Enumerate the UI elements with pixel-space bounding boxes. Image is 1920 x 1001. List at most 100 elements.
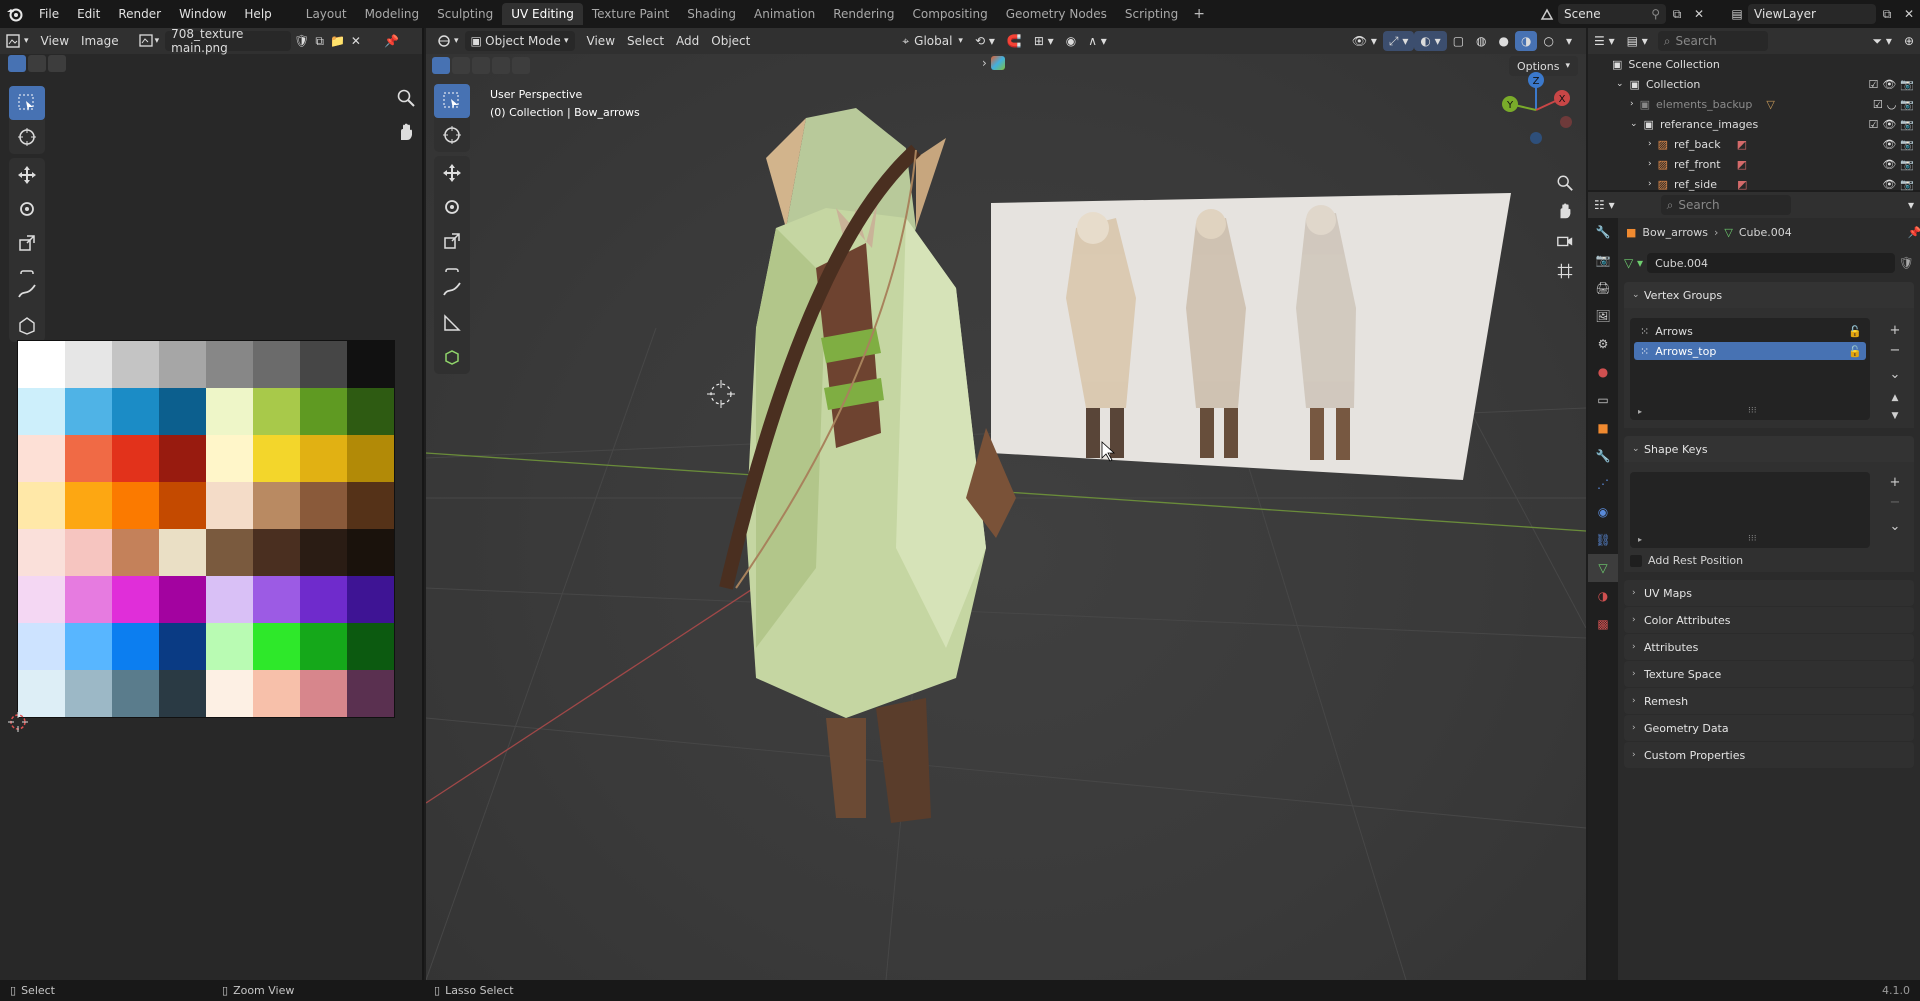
image-name-field[interactable]: 708_texture main.png [165, 27, 292, 55]
pin-image-icon[interactable]: 📌 [378, 31, 405, 51]
select-new-icon[interactable] [8, 55, 26, 72]
geometry-data-panel-header[interactable]: › Geometry Data [1624, 715, 1914, 741]
move-up-icon[interactable]: ▲ [1884, 388, 1906, 408]
zoom-view-icon[interactable] [1552, 170, 1578, 196]
tab-animation[interactable]: Animation [745, 3, 824, 25]
rendered-shading-icon[interactable]: ○ [1537, 31, 1559, 51]
measure-tool-icon[interactable] [434, 306, 470, 340]
add-shape-key-button[interactable]: + [1884, 472, 1906, 492]
checkbox-icon[interactable]: ☑ [1868, 78, 1878, 91]
add-rest-position-checkbox[interactable] [1630, 554, 1642, 567]
menu-view[interactable]: View [35, 31, 75, 51]
particles-tab-icon[interactable]: ⋰ [1588, 470, 1618, 498]
attributes-panel-header[interactable]: › Attributes [1624, 634, 1914, 660]
select-box-tool-icon[interactable] [434, 84, 470, 118]
select-subtract-icon[interactable] [48, 55, 66, 72]
properties-options-icon[interactable]: ▾ [1902, 195, 1920, 215]
camera-icon[interactable]: 📷 [1900, 158, 1914, 171]
rotate-tool-icon[interactable] [434, 190, 470, 224]
expand-filter-icon[interactable]: ▸ [1638, 407, 1642, 416]
camera-icon[interactable]: 📷 [1900, 78, 1914, 91]
shape-key-specials-icon[interactable]: ⌄ [1884, 516, 1906, 536]
3d-viewport[interactable]: ▾ ▣ Object Mode ▾ View Select Add Object… [426, 28, 1586, 980]
outliner-row-ref-side[interactable]: › ▨ ref_side ◩ 👁 📷 [1588, 174, 1920, 194]
camera-view-icon[interactable] [1552, 228, 1578, 254]
tab-modeling[interactable]: Modeling [356, 3, 429, 25]
camera-icon[interactable]: 📷 [1900, 178, 1914, 191]
view-layer-tab-icon[interactable]: 🖼 [1588, 302, 1618, 330]
properties-editor-type-icon[interactable]: ☷ ▾ [1588, 195, 1621, 215]
tab-compositing[interactable]: Compositing [903, 3, 996, 25]
wireframe-shading-icon[interactable]: ◍ [1470, 31, 1492, 51]
resize-handle-icon[interactable]: ⁝⁝⁝ [1748, 534, 1757, 544]
outliner-row-referance-images[interactable]: ⌄ ▣ referance_images ☑ 👁 📷 [1588, 114, 1920, 134]
color-palette-image[interactable] [17, 340, 395, 718]
move-down-icon[interactable]: ▼ [1884, 406, 1906, 426]
tab-texture-paint[interactable]: Texture Paint [583, 3, 678, 25]
editor-type-icon[interactable]: ▾ [0, 31, 35, 51]
uv-maps-panel-header[interactable]: › UV Maps [1624, 580, 1914, 606]
solid-shading-icon[interactable]: ● [1493, 31, 1515, 51]
camera-icon[interactable]: 📷 [1900, 98, 1914, 111]
blender-logo-icon[interactable] [0, 0, 30, 28]
data-tab-icon[interactable]: ▽ [1588, 554, 1618, 582]
delete-scene-icon[interactable]: ✕ [1688, 4, 1710, 24]
add-cube-tool-icon[interactable] [434, 340, 470, 374]
cursor-tool-icon[interactable] [9, 120, 45, 154]
new-collection-icon[interactable]: ⊕ [1898, 31, 1920, 51]
menu-add[interactable]: Add [670, 31, 705, 51]
tab-scripting[interactable]: Scripting [1116, 3, 1187, 25]
camera-icon[interactable]: 📷 [1900, 118, 1914, 131]
outliner-row-ref-back[interactable]: › ▨ ref_back ◩ 👁 📷 [1588, 134, 1920, 154]
xray-toggle-icon[interactable]: ▢ [1447, 31, 1470, 51]
rotate-tool-icon[interactable] [9, 192, 45, 226]
viewport-editor-type-icon[interactable]: ▾ [430, 31, 465, 51]
new-scene-icon[interactable]: ⧉ [1666, 4, 1688, 24]
outliner-scene-collection[interactable]: ▣ Scene Collection [1588, 54, 1920, 74]
select-extend-icon[interactable] [28, 55, 46, 72]
remesh-panel-header[interactable]: › Remesh [1624, 688, 1914, 714]
menu-help[interactable]: Help [235, 0, 280, 28]
proportional-edit-icon[interactable]: ◉ [1060, 31, 1082, 51]
select-box-tool-icon[interactable] [9, 86, 45, 120]
object-tab-icon[interactable]: ■ [1588, 414, 1618, 442]
navigation-gizmo[interactable]: Z X Y [1496, 70, 1576, 150]
vertex-group-row[interactable]: ⁙ Arrows 🔓 [1634, 322, 1866, 340]
resize-handle-icon[interactable]: ⁝⁝⁝ [1748, 406, 1757, 416]
shape-keys-panel-header[interactable]: ⌄ Shape Keys [1624, 436, 1914, 462]
texture-tab-icon[interactable]: ▩ [1588, 610, 1618, 638]
eye-hidden-icon[interactable]: ◡ [1887, 98, 1897, 111]
shape-keys-list[interactable]: ▸ ⁝⁝⁝ [1630, 472, 1870, 548]
checkbox-icon[interactable]: ☑ [1873, 98, 1883, 111]
vertex-groups-panel-header[interactable]: ⌄ Vertex Groups [1624, 282, 1914, 308]
eye-icon[interactable]: 👁 [1882, 178, 1896, 191]
select-new-icon[interactable] [432, 57, 450, 74]
viewport-scene[interactable] [426, 28, 1586, 980]
delete-view-layer-icon[interactable]: ✕ [1898, 4, 1920, 24]
select-intersect-icon[interactable] [512, 57, 530, 74]
pan-view-icon[interactable] [396, 122, 416, 145]
fake-user-icon[interactable]: 🛡 [291, 31, 312, 51]
menu-render[interactable]: Render [109, 0, 170, 28]
world-tab-icon[interactable]: ● [1588, 358, 1618, 386]
lock-icon[interactable]: 🔓 [1848, 345, 1862, 358]
scene-field[interactable]: Scene ⚲ [1558, 4, 1666, 24]
menu-image[interactable]: Image [75, 31, 125, 51]
unlink-image-icon[interactable]: ✕ [348, 31, 364, 51]
add-workspace-button[interactable]: + [1187, 6, 1211, 22]
annotate-tool-icon[interactable] [9, 274, 45, 308]
expand-arrow-icon[interactable]: › [1630, 99, 1634, 109]
outliner-row-collection[interactable]: ⌄ ▣ Collection ☑ 👁 📷 [1588, 74, 1920, 94]
mesh-name-field[interactable]: Cube.004 [1647, 253, 1895, 273]
expand-arrow-icon[interactable]: ⌄ [1630, 119, 1638, 129]
eye-icon[interactable]: 👁 [1882, 118, 1896, 131]
tool-tab-icon[interactable]: 🔧 [1588, 218, 1618, 246]
falloff-icon[interactable]: ∧ ▾ [1082, 31, 1113, 51]
constraints-tab-icon[interactable]: ⛓ [1588, 526, 1618, 554]
modifier-tab-icon[interactable]: 🔧 [1588, 442, 1618, 470]
overlay-toggle-icon[interactable]: ◐ ▾ [1414, 31, 1447, 51]
expand-arrow-icon[interactable]: › [1648, 159, 1652, 169]
menu-window[interactable]: Window [170, 0, 235, 28]
tab-layout[interactable]: Layout [297, 3, 356, 25]
visibility-icon[interactable]: 👁 ▾ [1346, 31, 1383, 51]
